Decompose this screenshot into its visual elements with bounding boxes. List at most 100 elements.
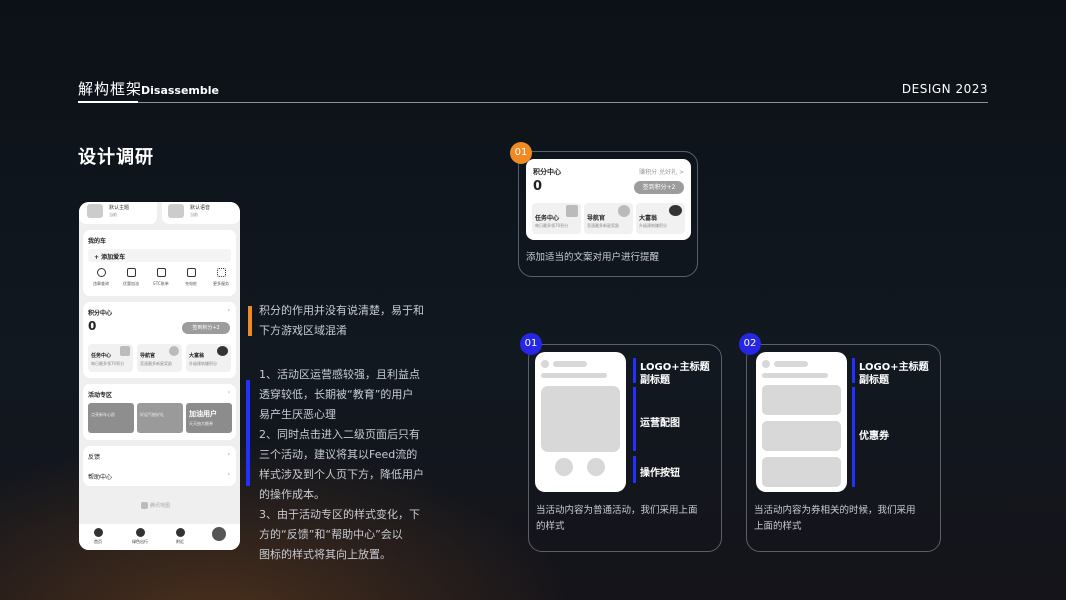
tile-sub: 竞速最多新星奖励 — [140, 361, 172, 366]
earn-points-link[interactable]: 赚积分 兑好礼 > — [639, 167, 684, 176]
note-2: 1、活动区运营感较强，且利益点 透穿较低，长期被“教育”的用户 易产生厌恶心理 … — [259, 365, 424, 565]
menu-label: 帮助中心 — [88, 474, 113, 481]
badge-2: 01 — [520, 333, 542, 355]
checkin-button[interactable]: 签到积分+2 — [182, 322, 230, 334]
wireframe-normal-activity — [535, 352, 626, 492]
tab-nearby[interactable]: 附近 — [169, 528, 191, 545]
tile-title: 导航官 — [140, 353, 156, 359]
my-car-title: 我的车 — [88, 238, 107, 245]
activity-card: 活动专区 › 点亮新年心愿 好运气抽好礼 加油用户 天天抽大额券 — [83, 384, 236, 440]
banner-sub: 天天抽大额券 — [189, 421, 213, 426]
chevron-right-icon[interactable]: › — [228, 307, 230, 314]
note-line: 易产生厌恶心理 — [259, 408, 336, 421]
car-service-4[interactable]: 充电桩 — [177, 268, 205, 287]
etc-icon — [156, 268, 166, 277]
note-line: 的操作成本。 — [259, 488, 325, 501]
banner-label: 点亮新年心愿 — [91, 412, 115, 417]
card3-caption: 当活动内容为券相关的时候，我们采用 上面的样式 — [754, 503, 916, 535]
note-blue-bar — [246, 380, 250, 486]
points-tile-task[interactable]: 任务中心 每日最多领70积分 — [88, 344, 133, 372]
tile-title: 大富翁 — [639, 215, 658, 222]
car-service-label: 优惠加油 — [123, 281, 139, 286]
header-divider — [78, 102, 988, 103]
label-action-button: 操作按钮 — [640, 468, 680, 479]
label-operation-image: 运营配图 — [640, 418, 680, 429]
voice-card[interactable]: 默认语音 当前 — [162, 202, 240, 224]
tab-label: 绿色出行 — [132, 539, 148, 544]
label-bar — [633, 456, 636, 483]
car-service-5[interactable]: 更多服务 — [207, 268, 235, 287]
voice-thumb-icon — [168, 204, 184, 218]
voice-label: 默认语音 — [190, 205, 211, 211]
tile-sub: 竞速最多新星奖励 — [587, 223, 619, 228]
voice-sub: 当前 — [190, 212, 198, 217]
menu-label: 反馈 — [88, 454, 101, 461]
car-service-label: 违章查询 — [93, 281, 109, 286]
note-line: 透穿较低，长期被“教育”的用户 — [259, 388, 414, 401]
theme-thumb-icon — [87, 204, 103, 218]
chevron-right-icon: › — [227, 451, 230, 458]
label-subtitle: 副标题 — [859, 375, 889, 386]
note-line: 2、同时点击进入二级页面后只有 — [259, 428, 420, 441]
car-service-3[interactable]: ETC账单 — [147, 268, 175, 287]
grid-icon — [216, 268, 226, 277]
add-car-button[interactable]: + 添加爱车 — [88, 249, 231, 262]
tile-title: 任务中心 — [535, 215, 560, 222]
activity-banner-3[interactable]: 加油用户 天天抽大额券 — [186, 403, 232, 433]
banner-label: 好运气抽好礼 — [140, 412, 164, 417]
add-car-label: + 添加爱车 — [94, 254, 126, 261]
label-subtitle: 副标题 — [640, 375, 670, 386]
car-service-label: 充电桩 — [185, 281, 197, 286]
activity-banner-1[interactable]: 点亮新年心愿 — [88, 403, 134, 433]
car-service-1[interactable]: 违章查询 — [87, 268, 115, 287]
menu-item-feedback[interactable]: 反馈 › — [83, 446, 236, 466]
note-line: 样式涉及到个人页下方，降低用户 — [259, 468, 424, 481]
tile-nav[interactable]: 导航官 竞速最多新星奖励 — [584, 203, 633, 234]
car-service-label: 更多服务 — [213, 281, 229, 286]
fuel-icon — [126, 268, 136, 277]
caption-line: 当活动内容为普通活动，我们采用上面 — [536, 505, 698, 516]
coin-icon — [169, 346, 179, 356]
label-bar — [852, 358, 855, 383]
theme-sub: 当前 — [109, 212, 117, 217]
activity-title: 活动专区 — [88, 392, 113, 399]
label-bar — [852, 387, 855, 487]
charger-icon — [186, 268, 196, 277]
theme-card[interactable]: 默认主题 当前 — [79, 202, 157, 224]
tile-title: 导航官 — [587, 215, 606, 222]
theme-label: 默认主题 — [109, 205, 130, 211]
watermark-text: 腾讯地图 — [150, 503, 171, 509]
note-line: 三个活动，建议将其以Feed流的 — [259, 448, 418, 461]
phone-mockup: 默认主题 当前 默认语音 当前 我的车 + 添加爱车 违章查询 优惠加油 ETC… — [79, 202, 240, 550]
points-tile-monopoly[interactable]: 大富翁 升级建筑赚积分 — [186, 344, 231, 372]
mascot-icon — [217, 346, 228, 356]
chevron-right-icon[interactable]: › — [228, 389, 230, 396]
tab-home[interactable]: 首页 — [87, 528, 109, 545]
map-logo-icon — [141, 502, 148, 509]
camera-icon — [96, 268, 106, 277]
note-1: 积分的作用并没有说清楚，易于和 下方游戏区域混淆 — [259, 301, 424, 341]
note-line: 积分的作用并没有说清楚，易于和 — [259, 304, 424, 317]
task-icon — [120, 346, 130, 356]
points-card-redesign: 积分中心 赚积分 兑好礼 > 0 签到积分+2 任务中心 每日最多领70积分 导… — [526, 159, 691, 240]
tile-sub: 每日最多领70积分 — [91, 361, 125, 366]
tile-task[interactable]: 任务中心 每日最多领70积分 — [532, 203, 581, 234]
section-title: 设计调研 — [78, 147, 154, 168]
card1-caption: 添加适当的文案对用户进行提醒 — [526, 252, 660, 263]
points-tile-nav[interactable]: 导航官 竞速最多新星奖励 — [137, 344, 182, 372]
tab-label: 首页 — [94, 539, 102, 544]
menu-item-help[interactable]: 帮助中心 › — [83, 466, 236, 486]
note-line: 下方游戏区域混淆 — [259, 324, 347, 337]
tile-monopoly[interactable]: 大富翁 升级建筑赚积分 — [636, 203, 685, 234]
tile-sub: 升级建筑赚积分 — [189, 361, 217, 366]
car-service-row: 违章查询 优惠加油 ETC账单 充电桩 更多服务 — [83, 268, 236, 294]
car-service-2[interactable]: 优惠加油 — [117, 268, 145, 287]
header-title-en: Disassemble — [141, 84, 219, 97]
activity-banner-2[interactable]: 好运气抽好礼 — [137, 403, 183, 433]
tab-green-travel[interactable]: 绿色出行 — [127, 528, 153, 545]
tab-profile-avatar[interactable] — [212, 527, 226, 541]
home-icon — [93, 528, 103, 537]
card2-caption: 当活动内容为普通活动，我们采用上面 的样式 — [536, 503, 698, 535]
checkin-button[interactable]: 签到积分+2 — [634, 181, 684, 194]
tile-title: 大富翁 — [189, 353, 205, 359]
